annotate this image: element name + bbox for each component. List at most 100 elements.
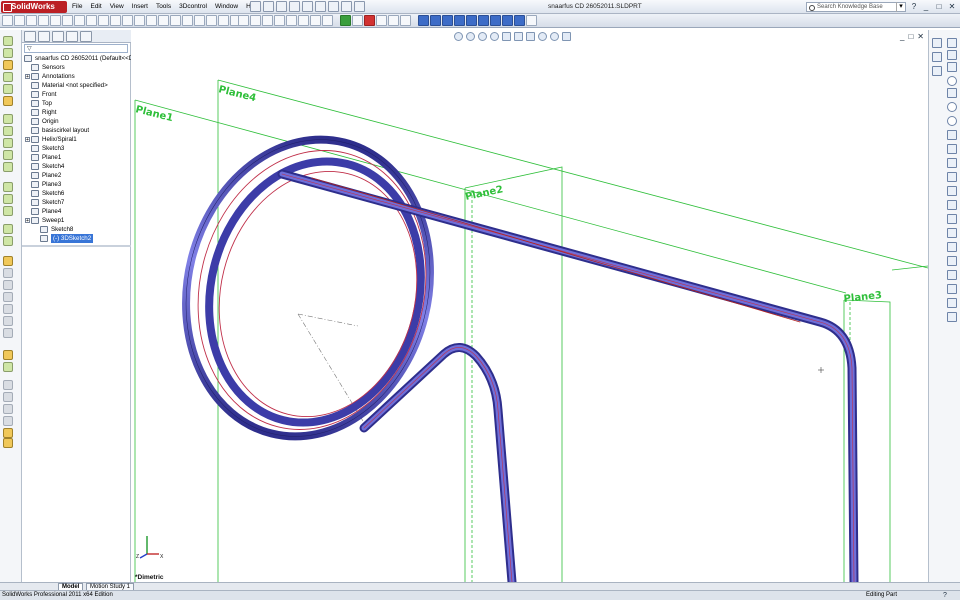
evaluate-icon[interactable] (3, 350, 13, 360)
plane1-label[interactable]: Plane1 (134, 104, 174, 124)
revolved-boss-icon[interactable] (3, 48, 13, 58)
mirror-side-icon[interactable] (947, 242, 957, 252)
save-icon[interactable] (276, 1, 287, 12)
boundary-cut-icon[interactable] (3, 162, 13, 172)
graphics-area[interactable]: Plane4 Plane1 Plane2 Plane3 Z X _ □ ✕ *D… (132, 30, 928, 582)
file-properties-icon[interactable] (341, 1, 352, 12)
zoom-to-fit-icon[interactable] (454, 32, 463, 41)
3d-line-icon[interactable] (250, 15, 261, 26)
view-orientation-icon[interactable] (502, 32, 511, 41)
sketch-text-icon[interactable] (947, 172, 957, 182)
fillet-icon[interactable] (170, 15, 181, 26)
lofted-cut-icon[interactable] (3, 150, 13, 160)
menu-window[interactable]: Window (211, 0, 242, 14)
extrude-icon[interactable] (122, 15, 133, 26)
split-line-icon[interactable] (3, 380, 13, 390)
menu-file[interactable]: File (68, 0, 86, 14)
propertymanager-tab-icon[interactable] (38, 31, 50, 42)
arc-side-icon[interactable] (947, 102, 957, 112)
maximize-button[interactable]: □ (933, 1, 945, 12)
rebuild-icon[interactable] (328, 1, 339, 12)
relation-icon[interactable] (310, 15, 321, 26)
model-scene[interactable]: Plane4 Plane1 Plane2 Plane3 Z X (132, 30, 928, 582)
tree-item-top[interactable]: Top (22, 99, 131, 108)
circle-icon[interactable] (50, 15, 61, 26)
curves-tool-icon[interactable] (3, 236, 13, 246)
move-entities-icon[interactable] (947, 270, 957, 280)
tree-item-sweep1[interactable]: + Sweep1 (22, 216, 131, 225)
sketch-tools-icon[interactable] (947, 38, 957, 48)
left-view-icon[interactable] (442, 15, 453, 26)
top-view-icon[interactable] (466, 15, 477, 26)
normal-to-icon[interactable] (526, 15, 537, 26)
boundary-boss-icon[interactable] (3, 84, 13, 94)
expand-toggle-icon[interactable]: + (25, 74, 30, 80)
minimize-button[interactable]: _ (920, 1, 932, 12)
loft-icon[interactable] (158, 15, 169, 26)
features-disabled-icon[interactable] (3, 328, 13, 338)
solidworks-logo[interactable]: SolidWorks (1, 1, 67, 13)
task-pane-file-explorer-icon[interactable] (932, 66, 942, 76)
centerline-side-icon[interactable] (947, 158, 957, 168)
repair-sketch-icon[interactable] (947, 298, 957, 308)
tree-item-annotations[interactable]: + Annotations (22, 72, 131, 81)
view-triad-icon[interactable]: Z X (136, 536, 164, 560)
convert-side-icon[interactable] (947, 214, 957, 224)
step-icon[interactable] (352, 15, 363, 26)
task-pane-design-library-icon[interactable] (932, 52, 942, 62)
new-macro-icon[interactable] (388, 15, 399, 26)
zoom-to-area-icon[interactable] (466, 32, 475, 41)
front-view-icon[interactable] (418, 15, 429, 26)
view-settings-icon[interactable] (562, 32, 571, 41)
surfaces-icon[interactable] (3, 304, 13, 314)
doc-minimize-button[interactable]: _ (900, 32, 904, 41)
weldments-icon[interactable] (3, 280, 13, 290)
spring-coil[interactable] (155, 113, 460, 462)
pattern-icon[interactable] (206, 15, 217, 26)
search-dropdown-button[interactable]: ▾ (896, 2, 905, 12)
dimetric-view-icon[interactable] (514, 15, 525, 26)
hole-wizard-icon[interactable] (3, 114, 13, 124)
display-style-icon[interactable] (514, 32, 523, 41)
render-tools-icon[interactable] (3, 428, 13, 438)
chamfer-icon[interactable] (182, 15, 193, 26)
dimxpert-icon[interactable] (3, 362, 13, 372)
tree-item-plane2[interactable]: Plane2 (22, 171, 131, 180)
tree-item-material-not-specified[interactable]: Material <not specified> (22, 81, 131, 90)
delete-face-icon[interactable] (3, 404, 13, 414)
menu-insert[interactable]: Insert (128, 0, 152, 14)
section-view-icon[interactable] (490, 32, 499, 41)
trim-icon[interactable] (86, 15, 97, 26)
tree-item-sketch7[interactable]: Sketch7 (22, 198, 131, 207)
new-document-icon[interactable] (250, 1, 261, 12)
edit-macro-icon[interactable] (400, 15, 411, 26)
close-button[interactable]: ✕ (946, 1, 958, 12)
menu-3dcontrol[interactable]: 3Dcontrol (175, 0, 211, 14)
doc-close-button[interactable]: ✕ (917, 32, 924, 41)
rectangle-side-icon[interactable] (947, 88, 957, 98)
direct-editing-icon[interactable] (3, 316, 13, 326)
tree-item-sketch4[interactable]: Sketch4 (22, 162, 131, 171)
tree-item-helix-spiral1[interactable]: + Helix/Spiral1 (22, 135, 131, 144)
dimension-icon[interactable] (322, 15, 333, 26)
revolve-icon[interactable] (134, 15, 145, 26)
smart-dim-side-icon[interactable] (947, 50, 957, 60)
circle-side-icon[interactable] (947, 76, 957, 86)
record-macro-icon[interactable] (364, 15, 375, 26)
rib-icon[interactable] (3, 206, 13, 216)
tree-item-plane4[interactable]: Plane4 (22, 207, 131, 216)
tree-item-3dsketch2[interactable]: (-) 3DSketch2 (22, 234, 131, 243)
trim-side-icon[interactable] (947, 228, 957, 238)
options-gear-icon[interactable] (354, 1, 365, 12)
help-icon[interactable]: ? (909, 2, 919, 12)
pattern-side-icon[interactable] (947, 256, 957, 266)
expand-toggle-icon[interactable]: + (25, 137, 30, 143)
intersection-curve-icon[interactable] (298, 15, 309, 26)
sketch-icon[interactable] (2, 15, 13, 26)
extruded-boss-icon[interactable] (3, 36, 13, 46)
ellipse-side-icon[interactable] (947, 116, 957, 126)
hide-show-items-icon[interactable] (526, 32, 535, 41)
linear-pattern-icon[interactable] (3, 182, 13, 192)
fillet-feature-icon[interactable] (3, 194, 13, 204)
run-macro-icon[interactable] (340, 15, 351, 26)
